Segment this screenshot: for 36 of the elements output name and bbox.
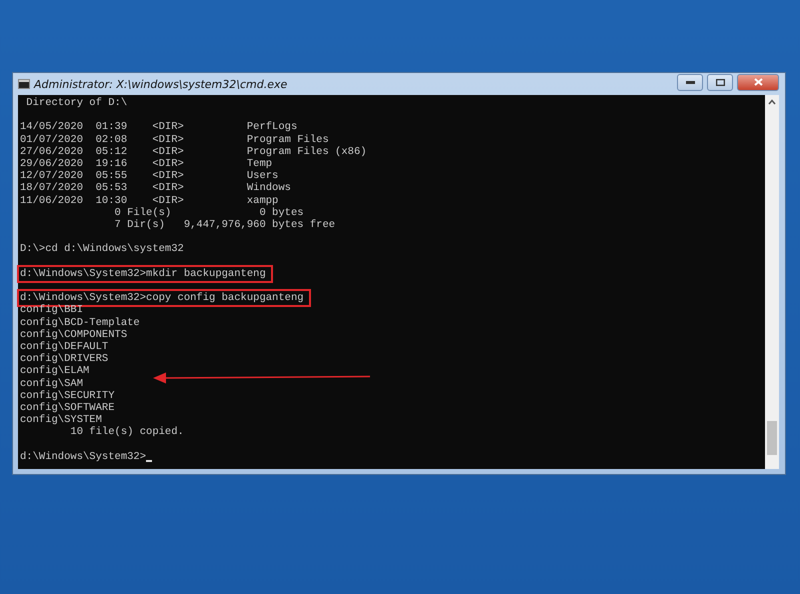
minimize-icon — [686, 80, 694, 84]
console-line: config\ELAM — [20, 365, 90, 378]
console-line: config\DEFAULT — [20, 341, 108, 353]
console-icon — [18, 79, 30, 89]
console-line: 27/06/2020 05:12 <DIR> Program Files (x86) — [20, 146, 367, 158]
console-line: d:\Windows\System32>mkdir backupganteng — [20, 268, 270, 280]
scroll-up-icon — [768, 99, 776, 105]
scrollbar-thumb[interactable] — [767, 421, 777, 455]
console-line: config\DRIVERS — [20, 353, 108, 366]
console-line: Directory of D:\ — [25, 97, 128, 110]
console-line: config\SAM — [20, 378, 84, 390]
maximize-icon — [716, 78, 724, 86]
console-line: 29/06/2020 19:16 <DIR> Temp — [20, 158, 272, 170]
console-line: 11/06/2020 10:30 <DIR> xampp — [20, 194, 278, 207]
console-line: config\SYSTEM — [20, 414, 102, 426]
console-line: d:\Windows\System32>copy config backupganteng — [20, 292, 308, 304]
console-line: 18/07/2020 05:53 <DIR> Windows — [20, 182, 291, 195]
window-title: Administrator: X:\windows\system32\cmd.exe — [34, 78, 288, 90]
console-line: 7 Dir(s) 9,447,976,960 bytes free — [114, 219, 336, 232]
console-line: config\SOFTWARE — [20, 402, 115, 414]
console-line: config\COMPONENTS — [20, 328, 128, 341]
close-icon — [754, 78, 762, 86]
console-line: config\BCD-Template — [20, 316, 140, 329]
console-line: config\BBI — [20, 304, 84, 317]
console-line: 14/05/2020 01:39 <DIR> PerfLogs — [20, 121, 298, 134]
minimize-button[interactable] — [677, 74, 703, 90]
console-line: d:\Windows\System32> — [20, 450, 146, 464]
console-line: 01/07/2020 02:08 <DIR> Program Files — [20, 134, 329, 146]
console-line: 12/07/2020 05:55 <DIR> Users — [20, 170, 278, 182]
close-button[interactable] — [737, 74, 779, 90]
console-line: 0 File(s) 0 bytes — [114, 206, 304, 219]
console-line: D:\>cd d:\Windows\system32 — [20, 243, 184, 256]
console-line: config\SECURITY — [20, 390, 115, 402]
scrollbar[interactable] — [765, 95, 779, 469]
console-line: 10 file(s) copied. — [69, 426, 184, 439]
maximize-button[interactable] — [707, 74, 733, 90]
